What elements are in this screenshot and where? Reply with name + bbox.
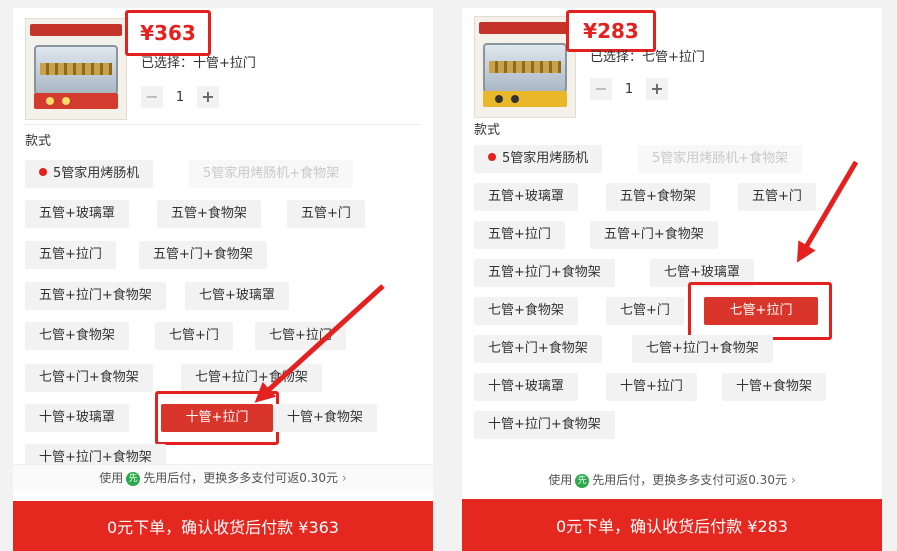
style-section-label: 款式 (25, 134, 52, 149)
option-chip[interactable]: 七管+食物架 (474, 297, 578, 325)
red-dot-icon (488, 153, 496, 161)
sku-panel-right: ¥283 已选择：七管+拉门 − 1 + 款式 5管家用烤肠机 5管家用烤肠机+… (462, 8, 882, 551)
price-highlight: ¥363 (125, 10, 211, 56)
option-chip[interactable]: 七管+食物架 (25, 322, 129, 350)
option-chip[interactable]: 七管+拉门+食物架 (181, 364, 322, 392)
option-chip-selected[interactable]: 十管+拉门 (161, 404, 273, 432)
option-chip[interactable]: 五管+食物架 (157, 200, 261, 228)
quantity-stepper: − 1 + (590, 78, 668, 100)
style-section-label: 款式 (474, 123, 501, 138)
option-chip[interactable]: 七管+门 (155, 322, 233, 350)
chevron-right-icon: › (341, 471, 347, 485)
option-chip[interactable]: 五管+玻璃罩 (25, 200, 129, 228)
option-chip[interactable]: 七管+门+食物架 (474, 335, 602, 363)
red-dot-icon (39, 168, 47, 176)
increase-button[interactable]: + (646, 78, 668, 100)
quantity-value[interactable]: 1 (163, 90, 197, 105)
decrease-button[interactable]: − (141, 86, 163, 108)
option-chip[interactable]: 五管+门+食物架 (590, 221, 718, 249)
product-thumbnail (25, 18, 127, 120)
selected-variant-text: 已选择：七管+拉门 (590, 50, 705, 65)
option-chip[interactable]: 5管家用烤肠机 (25, 160, 154, 188)
option-chip[interactable]: 十管+拉门 (606, 373, 697, 401)
pay-later-bar[interactable]: 使用先先用后付，更换多多支付可返0.30元 › (462, 467, 882, 493)
pay-later-badge-icon: 先 (575, 474, 590, 488)
divider (25, 124, 421, 125)
option-chip[interactable]: 五管+拉门+食物架 (474, 259, 615, 287)
sku-panel-left: ¥363 已选择：十管+拉门 − 1 + 款式 5管家用烤肠机 5管家用烤肠机+… (13, 8, 433, 551)
increase-button[interactable]: + (197, 86, 219, 108)
option-chip[interactable]: 五管+门+食物架 (139, 241, 267, 269)
price-text: ¥363 (140, 21, 196, 45)
option-chip[interactable]: 七管+拉门+食物架 (632, 335, 773, 363)
option-chip[interactable]: 十管+食物架 (273, 404, 377, 432)
selected-variant-text: 已选择：十管+拉门 (141, 56, 256, 71)
order-button[interactable]: 0元下单，确认收货后付款 ¥283 (462, 499, 882, 551)
option-chip[interactable]: 5管家用烤肠机 (474, 145, 603, 173)
decrease-button[interactable]: − (590, 78, 612, 100)
option-chip[interactable]: 五管+拉门 (25, 241, 116, 269)
option-chip[interactable]: 五管+拉门 (474, 221, 565, 249)
pay-later-bar[interactable]: 使用先先用后付，更换多多支付可返0.30元 › (13, 464, 433, 491)
option-chip[interactable]: 十管+拉门+食物架 (474, 411, 615, 439)
option-chip[interactable]: 七管+拉门 (255, 322, 346, 350)
option-chip[interactable]: 七管+门 (606, 297, 684, 325)
quantity-value[interactable]: 1 (612, 82, 646, 97)
quantity-stepper: − 1 + (141, 86, 219, 108)
option-chip[interactable]: 十管+食物架 (722, 373, 826, 401)
pay-later-badge-icon: 先 (126, 472, 141, 486)
option-chip[interactable]: 五管+拉门+食物架 (25, 282, 166, 310)
option-chip[interactable]: 十管+玻璃罩 (474, 373, 578, 401)
option-chip[interactable]: 七管+玻璃罩 (185, 282, 289, 310)
chevron-right-icon: › (790, 473, 796, 487)
product-thumbnail (474, 16, 576, 118)
option-chip[interactable]: 5管家用烤肠机+食物架 (189, 160, 354, 188)
option-chip[interactable]: 十管+玻璃罩 (25, 404, 129, 432)
option-chip[interactable]: 五管+玻璃罩 (474, 183, 578, 211)
option-chip[interactable]: 5管家用烤肠机+食物架 (638, 145, 803, 173)
option-chip[interactable]: 七管+门+食物架 (25, 364, 153, 392)
order-button[interactable]: 0元下单，确认收货后付款 ¥363 (13, 501, 433, 551)
option-chip-selected[interactable]: 七管+拉门 (704, 297, 818, 325)
option-chip[interactable]: 五管+门 (287, 200, 365, 228)
option-chip[interactable]: 五管+门 (738, 183, 816, 211)
option-chip[interactable]: 五管+食物架 (606, 183, 710, 211)
price-text: ¥283 (583, 19, 639, 43)
